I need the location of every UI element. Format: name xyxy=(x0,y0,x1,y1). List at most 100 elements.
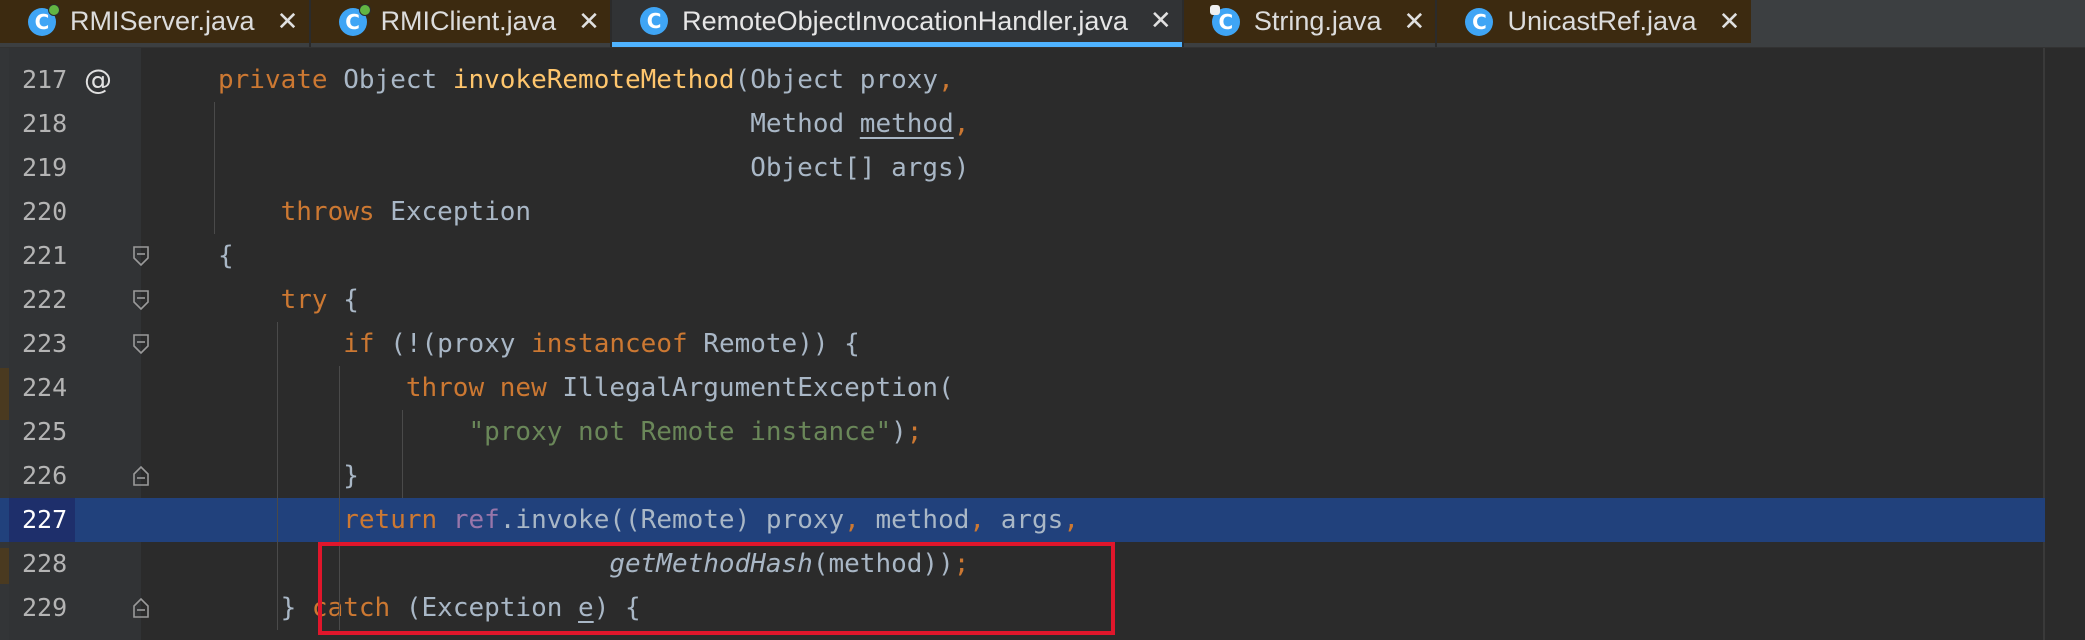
tab-remoteobjectinvocationhandler-java[interactable]: C RemoteObjectInvocationHandler.java ✕ xyxy=(612,0,1182,47)
code-text[interactable]: try { xyxy=(218,278,359,322)
code-line-229[interactable]: 229 } catch (Exception e) { xyxy=(0,586,2045,630)
code-line-221[interactable]: 221 { xyxy=(0,234,2045,278)
line-number[interactable]: 227 xyxy=(9,498,75,542)
code-editor[interactable]: 217 @ private Object invokeRemoteMethod(Ob… xyxy=(0,48,2085,640)
code-token: return xyxy=(343,505,438,535)
line-number[interactable]: 226 xyxy=(9,454,75,498)
code-text[interactable]: "proxy not Remote instance"); xyxy=(218,410,922,454)
code-token: ) xyxy=(891,417,907,447)
code-token: Object xyxy=(327,65,453,95)
code-line-227[interactable]: 227 return ref.invoke((Remote) proxy, me… xyxy=(0,498,2045,542)
fold-end-icon[interactable] xyxy=(133,466,149,486)
close-icon[interactable]: ✕ xyxy=(578,7,600,37)
tab-rmiclient-java[interactable]: C RMIClient.java ✕ xyxy=(310,0,611,43)
code-token: , xyxy=(938,65,954,95)
code-token: IllegalArgumentException( xyxy=(546,373,954,403)
code-text[interactable]: return ref.invoke((Remote) proxy, method… xyxy=(218,498,1079,542)
code-token: throw new xyxy=(405,373,547,403)
code-text[interactable]: Object[] args) xyxy=(218,146,969,190)
line-number[interactable]: 218 xyxy=(9,102,75,146)
java-class-locked-icon: C xyxy=(1209,4,1240,36)
line-number[interactable]: 220 xyxy=(9,190,75,234)
close-icon[interactable]: ✕ xyxy=(1403,7,1425,37)
close-icon[interactable]: ✕ xyxy=(277,7,299,37)
java-class-run-icon: C xyxy=(28,3,60,36)
code-line-222[interactable]: 222 try { xyxy=(0,278,2045,322)
line-number[interactable]: 223 xyxy=(9,322,75,366)
code-token: args xyxy=(985,505,1064,535)
code-line-219[interactable]: 219 Object[] args) xyxy=(0,146,2045,190)
code-token: instanceof xyxy=(531,329,688,359)
line-number[interactable]: 229 xyxy=(9,586,75,630)
lock-badge-icon xyxy=(1209,4,1220,15)
code-token: Object[] args) xyxy=(218,153,970,183)
code-line-220[interactable]: 220 throws Exception xyxy=(0,190,2045,234)
code-token: e xyxy=(578,593,594,623)
tab-label: String.java xyxy=(1253,6,1382,36)
tab-rmiserver-java[interactable]: C RMIServer.java ✕ xyxy=(0,0,309,43)
code-line-218[interactable]: 218 Method method, xyxy=(0,102,2045,146)
code-token: } xyxy=(218,593,312,623)
code-text[interactable]: { xyxy=(218,234,234,278)
code-token: method xyxy=(859,505,970,535)
tab-unicastref-java[interactable]: C UnicastRef.java ✕ xyxy=(1437,0,1751,43)
code-text[interactable]: if (!(proxy instanceof Remote)) { xyxy=(218,322,860,366)
line-number[interactable]: 217 xyxy=(9,58,75,102)
run-badge-icon xyxy=(48,3,60,16)
fold-start-icon[interactable] xyxy=(133,290,149,310)
code-line-228[interactable]: 228 getMethodHash(method)); xyxy=(0,542,2045,586)
code-token: Remote)) { xyxy=(687,329,860,359)
run-badge-icon xyxy=(358,3,371,16)
fold-start-icon[interactable] xyxy=(133,334,149,354)
line-number[interactable]: 228 xyxy=(9,542,75,586)
close-icon[interactable]: ✕ xyxy=(1719,7,1741,37)
code-line-223[interactable]: 223 if (!(proxy instanceof Remote)) { xyxy=(0,322,2045,366)
code-text[interactable]: } xyxy=(218,454,359,498)
java-class-run-icon: C xyxy=(338,3,371,36)
code-text[interactable]: getMethodHash(method)); xyxy=(218,542,969,586)
fold-end-icon[interactable] xyxy=(133,598,149,618)
code-token: { xyxy=(327,285,359,315)
code-line-226[interactable]: 226 } xyxy=(0,454,2045,498)
java-class-icon: C xyxy=(640,7,669,35)
code-token: (method)) xyxy=(812,549,954,579)
line-number[interactable]: 221 xyxy=(9,234,75,278)
code-token: try xyxy=(280,285,328,315)
code-text[interactable]: throw new IllegalArgumentException( xyxy=(218,366,954,410)
code-token: , xyxy=(969,505,986,535)
code-text[interactable]: Method method, xyxy=(218,102,969,146)
line-number[interactable]: 225 xyxy=(9,410,75,454)
indent-guide xyxy=(339,366,341,498)
code-token: "proxy not Remote instance" xyxy=(468,417,892,447)
indent-guide xyxy=(339,498,341,630)
code-token: } xyxy=(218,461,359,491)
code-token: ; xyxy=(953,549,970,579)
code-token: Exception xyxy=(374,197,532,227)
code-line-217[interactable]: 217 @ private Object invokeRemoteMethod(Ob… xyxy=(0,58,2045,102)
line-number[interactable]: 219 xyxy=(9,146,75,190)
code-line-225[interactable]: 225 "proxy not Remote instance"); xyxy=(0,410,2045,454)
tab-string-java[interactable]: C String.java ✕ xyxy=(1183,0,1436,43)
line-number[interactable]: 224 xyxy=(9,366,75,410)
code-token: ref xyxy=(452,505,500,535)
fold-start-icon[interactable] xyxy=(133,246,149,266)
code-text[interactable]: } catch (Exception e) { xyxy=(218,586,641,630)
code-token: , xyxy=(1063,505,1079,535)
code-token: ) { xyxy=(593,593,641,623)
code-token: throws xyxy=(280,197,375,227)
code-text[interactable]: private Object invokeRemoteMethod(Object… xyxy=(218,58,954,102)
code-line-224[interactable]: 224 throw new IllegalArgumentException( xyxy=(0,366,2045,410)
close-icon[interactable]: ✕ xyxy=(1150,6,1172,36)
code-token: invokeRemoteMethod xyxy=(452,65,735,95)
code-text[interactable]: throws Exception xyxy=(218,190,531,234)
code-token: if xyxy=(343,329,375,359)
code-token: method xyxy=(859,109,954,139)
line-number[interactable]: 222 xyxy=(9,278,75,322)
code-token: catch xyxy=(311,593,391,623)
override-marker-icon[interactable]: @ xyxy=(84,58,112,102)
